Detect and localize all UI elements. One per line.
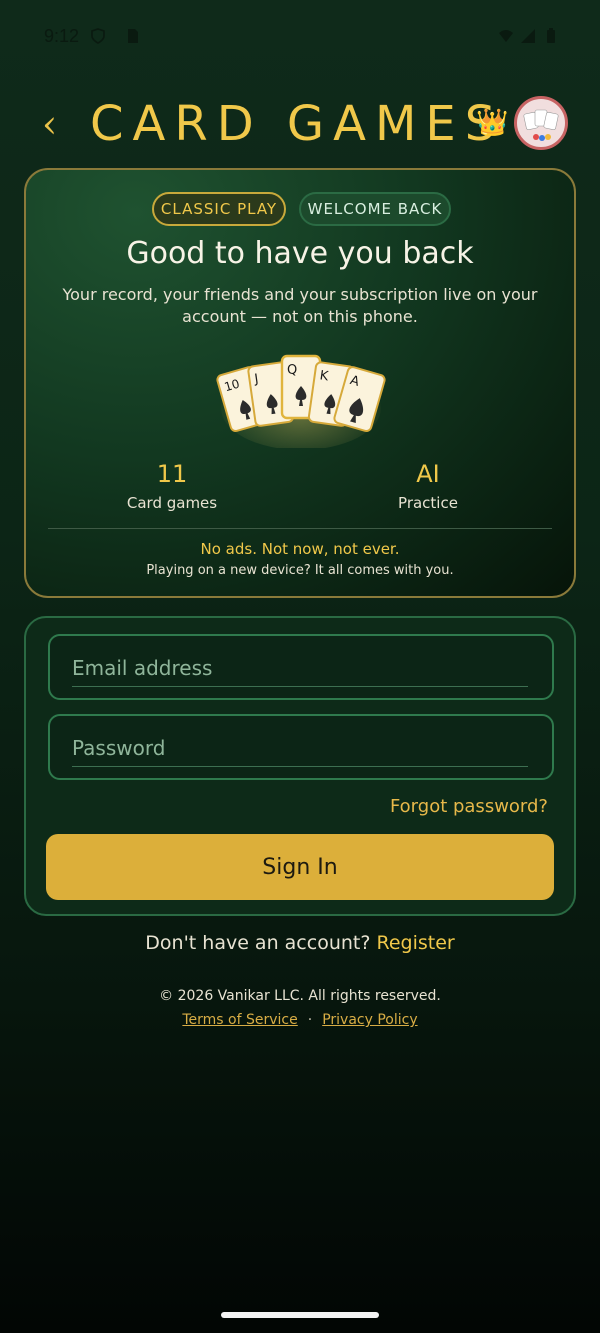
battery-icon: [547, 28, 555, 43]
stat-ai-label: Practice: [398, 494, 458, 512]
stat-card-games-label: Card games: [126, 494, 218, 512]
sim-card-icon: [128, 29, 138, 43]
svg-text:Q: Q: [287, 363, 297, 378]
register-link[interactable]: Register: [376, 932, 454, 954]
shield-icon: [91, 28, 105, 44]
legal-links: Terms of Service · Privacy Policy: [0, 1012, 600, 1028]
email-field[interactable]: [72, 650, 528, 687]
status-bar: 9:12: [0, 0, 600, 76]
terms-link[interactable]: Terms of Service: [182, 1012, 297, 1028]
cell-signal-icon: [521, 29, 535, 43]
forgot-password-link[interactable]: Forgot password?: [390, 796, 548, 817]
register-prompt: Don't have an account?: [145, 932, 371, 954]
hero-subtitle: Your record, your friends and your subsc…: [62, 285, 538, 326]
home-indicator[interactable]: [221, 1312, 379, 1318]
wifi-icon: [499, 30, 513, 42]
avatar-cards-icon: [523, 109, 559, 141]
promo-title: No ads. Not now, not ever.: [200, 540, 400, 558]
promo-subtitle: Playing on a new device? It all comes wi…: [146, 563, 454, 578]
register-row: Don't have an account? Register: [0, 932, 600, 954]
classic-play-chip: CLASSIC PLAY: [152, 192, 286, 226]
welcome-back-chip: WELCOME BACK: [299, 192, 451, 226]
login-form: Forgot password? Sign In: [24, 616, 576, 916]
page-title: CARD GAMES: [90, 96, 505, 152]
crown-icon: 👑: [476, 108, 509, 138]
sign-in-button[interactable]: Sign In: [46, 834, 554, 900]
card-fan-illustration: 10 J Q K A: [216, 354, 386, 448]
email-field-container: [48, 634, 554, 700]
hero-title: Good to have you back: [126, 236, 474, 271]
avatar[interactable]: [514, 96, 568, 150]
back-button[interactable]: ‹: [42, 102, 57, 146]
header: ‹ CARD GAMES 👑: [0, 92, 600, 156]
copyright: © 2026 Vanikar LLC. All rights reserved.: [159, 988, 441, 1004]
privacy-link[interactable]: Privacy Policy: [322, 1012, 417, 1028]
status-time: 9:12: [44, 26, 80, 46]
stat-card-games-value: 11: [156, 460, 188, 488]
welcome-hero-card: CLASSIC PLAY WELCOME BACK Good to have y…: [24, 168, 576, 598]
legal-separator: ·: [307, 1012, 313, 1028]
stat-ai-value: AI: [416, 460, 440, 488]
password-field[interactable]: [72, 730, 528, 767]
divider: [48, 528, 552, 529]
password-field-container: [48, 714, 554, 780]
